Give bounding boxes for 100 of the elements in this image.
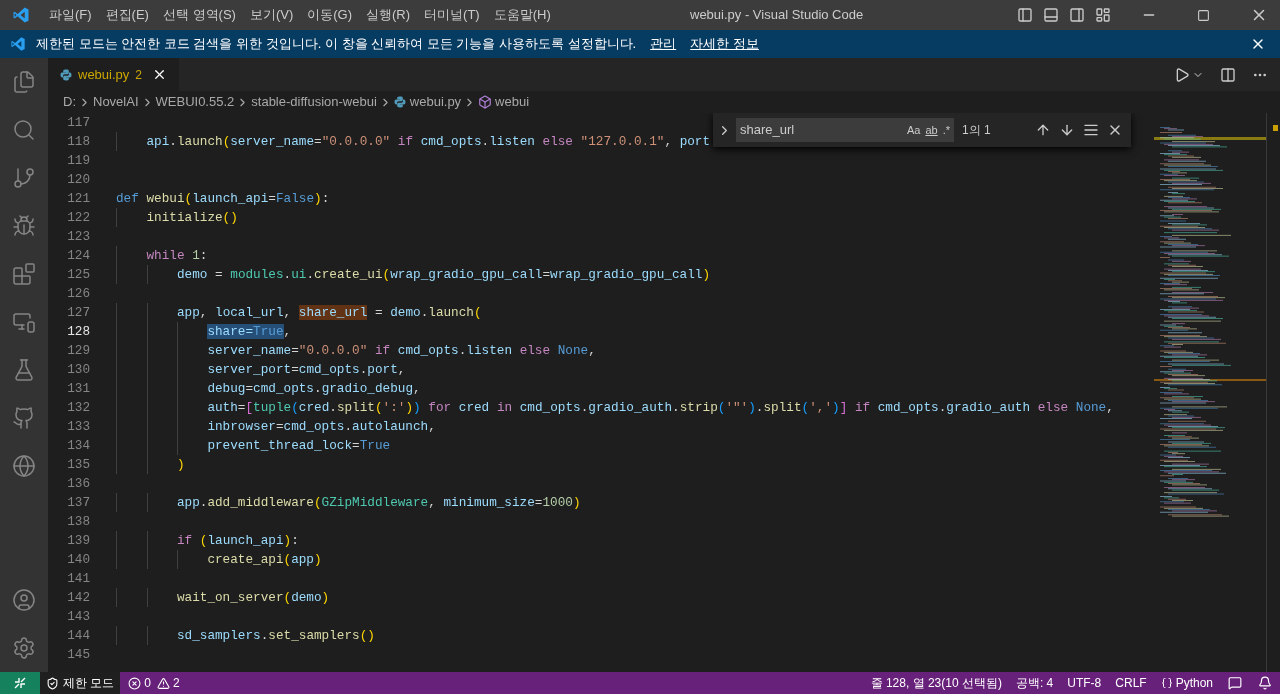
find-field[interactable]: share_url Aa ab .* [736, 118, 954, 142]
banner-link[interactable]: 관리 [650, 34, 677, 54]
code-line: prevent_thread_lock=True [206, 437, 391, 455]
line-number: 117 [66, 114, 90, 132]
python-file-icon [60, 68, 72, 81]
language-mode[interactable]: Python [1153, 674, 1220, 692]
line-number: 141 [66, 570, 90, 588]
menu-item[interactable]: 이동(G) [300, 5, 360, 25]
code-line: app.add_middleware(GZipMiddleware, minimum_size=1000) [175, 494, 581, 512]
code-line: server_name="0.0.0.0" if cmd_opts.listen else None, [206, 342, 596, 360]
flask-icon[interactable] [12, 358, 36, 382]
customize-layout-icon[interactable] [1095, 7, 1111, 23]
line-number: 118 [66, 133, 90, 151]
split-editor-icon[interactable] [1220, 66, 1236, 83]
line-number: 139 [66, 532, 90, 550]
maximize-icon[interactable] [1197, 8, 1210, 22]
toggle-sidebar-icon[interactable] [1017, 7, 1033, 23]
line-number: 125 [66, 266, 90, 284]
find-option[interactable]: ab [925, 121, 938, 139]
find-option[interactable]: .* [942, 121, 950, 139]
previous-match-icon[interactable] [1035, 122, 1051, 138]
files-icon[interactable] [12, 70, 36, 94]
code-line: sd_samplers.set_samplers() [175, 627, 375, 645]
remote-button[interactable] [0, 672, 40, 694]
run-debug-icon[interactable] [12, 214, 36, 238]
code-line: inbrowser=cmd_opts.autolaunch, [206, 418, 436, 436]
banner-link[interactable]: 자세한 정보 [690, 34, 759, 54]
breadcrumb-item[interactable]: stable-diffusion-webui [251, 92, 377, 112]
code-line: def webui(launch_api=False): [116, 190, 330, 208]
code-line: debug=cmd_opts.gradio_debug, [206, 380, 421, 398]
feedback-icon[interactable] [1228, 676, 1242, 690]
find-option[interactable]: Aa [906, 121, 921, 139]
globe-icon[interactable] [12, 454, 36, 478]
toggle-secondary-sidebar-icon[interactable] [1069, 7, 1085, 23]
menu-item[interactable]: 터미널(T) [417, 5, 487, 25]
line-number: 129 [66, 342, 90, 360]
code-line: create_api(app) [206, 551, 322, 569]
error-icon [128, 676, 142, 690]
account-icon[interactable] [12, 588, 36, 612]
extensions-icon[interactable] [12, 262, 36, 286]
source-control-icon[interactable] [12, 166, 36, 190]
line-number: 130 [66, 361, 90, 379]
breadcrumb-item[interactable]: WEBUI0.55.2 [155, 92, 235, 112]
line-number: 142 [66, 589, 90, 607]
line-number: 132 [66, 399, 90, 417]
shield-icon [46, 676, 59, 690]
line-number: 131 [66, 380, 90, 398]
breadcrumb-item[interactable]: NovelAI [93, 92, 139, 112]
code-line: api.launch(server_name="0.0.0.0" if cmd_opts.listen else "127.0.0.1", port [145, 133, 711, 151]
app-logo-icon [12, 6, 30, 24]
next-match-icon[interactable] [1059, 122, 1075, 138]
menu-item[interactable]: 선택 영역(S) [155, 5, 243, 25]
notifications-icon[interactable] [1258, 676, 1272, 690]
settings-icon[interactable] [12, 636, 36, 660]
breadcrumb-item[interactable]: D: [63, 92, 76, 112]
remote-explorer-icon[interactable] [12, 310, 36, 334]
line-number: 138 [66, 513, 90, 531]
line-number: 140 [66, 551, 90, 569]
menu-item[interactable]: 실행(R) [359, 5, 418, 25]
line-number: 126 [66, 285, 90, 303]
remote-icon [13, 676, 27, 690]
breadcrumb-item[interactable]: webui [495, 92, 530, 112]
code-line: share=True, [206, 322, 292, 341]
restricted-mode-button[interactable]: 제한 모드 [40, 672, 121, 694]
line-number: 136 [66, 475, 90, 493]
line-number: 119 [66, 152, 90, 170]
app-logo-icon [10, 36, 26, 52]
menu-item[interactable]: 도움말(H) [486, 5, 558, 25]
line-number: 143 [66, 608, 90, 626]
run-icon[interactable] [1174, 66, 1190, 83]
cursor-position[interactable]: 줄 128, 열 23(10 선택됨) [863, 674, 1009, 692]
code-line: ) [175, 456, 185, 474]
code-line: demo = modules.ui.create_ui(wrap_gradio_gpu_call=wrap_gradio_gpu_call) [175, 266, 710, 284]
toggle-panel-icon[interactable] [1043, 7, 1059, 23]
breadcrumb-item[interactable]: webui.py [409, 92, 462, 112]
scrollbar[interactable] [1266, 113, 1280, 672]
encoding[interactable]: UTF-8 [1060, 674, 1109, 692]
line-number: 120 [66, 171, 90, 189]
menu-item[interactable]: 파일(F) [42, 5, 99, 25]
menu-item[interactable]: 편집(E) [98, 5, 156, 25]
problems-button[interactable]: 0 2 [120, 672, 188, 694]
match-count: 1의 1 [962, 122, 991, 139]
line-number: 121 [66, 190, 90, 208]
line-ending[interactable]: CRLF [1108, 674, 1154, 692]
indentation[interactable]: 공백: 4 [1008, 674, 1061, 692]
problem-count: 2 [135, 66, 142, 84]
line-number: 124 [66, 247, 90, 265]
line-number: 127 [66, 304, 90, 322]
github-icon[interactable] [12, 406, 36, 430]
line-number: 123 [66, 228, 90, 246]
line-number: 122 [66, 209, 90, 227]
search-icon[interactable] [12, 118, 36, 142]
code-line: wait_on_server(demo) [175, 589, 330, 607]
find-in-selection-icon[interactable] [1083, 122, 1099, 138]
close-icon[interactable] [152, 67, 167, 82]
line-number: 133 [66, 418, 90, 436]
code-line: while 1: [145, 247, 208, 265]
warning-icon [157, 676, 171, 690]
menu-item[interactable]: 보기(V) [242, 5, 301, 25]
editor-tab[interactable]: webui.py 2 [48, 58, 179, 91]
